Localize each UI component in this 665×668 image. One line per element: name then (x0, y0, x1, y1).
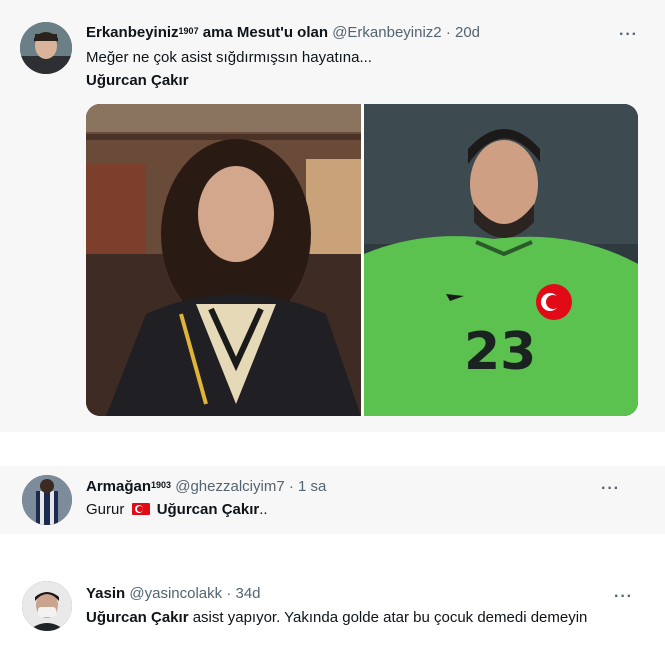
tweet-3[interactable]: Yasin @yasincolakk · 34d ··· Uğurcan Çak… (0, 568, 665, 668)
jersey-number: 23 (464, 322, 536, 382)
display-name[interactable]: Armağan1903 (86, 478, 171, 495)
timestamp[interactable]: 1 sa (298, 478, 326, 495)
tweet-header: Erkanbeyiniz1907 ama Mesut'u olan @Erkan… (86, 23, 480, 43)
tweet-1[interactable]: Erkanbeyiniz1907 ama Mesut'u olan @Erkan… (0, 0, 665, 432)
more-options-icon[interactable]: ··· (601, 481, 620, 497)
tweet-text: Uğurcan Çakır asist yapıyor. Yakında gol… (86, 609, 588, 626)
handle[interactable]: @yasincolakk (129, 585, 222, 602)
tweet-header: Armağan1903 @ghezzalciyim7 · 1 sa (86, 477, 326, 497)
media-image-right[interactable]: 23 (364, 104, 638, 416)
separator: · (445, 24, 451, 41)
avatar[interactable] (22, 475, 72, 525)
turkey-flag-icon (131, 503, 150, 515)
handle[interactable]: @Erkanbeyiniz2 (332, 24, 441, 41)
tweet-2[interactable]: Armağan1903 @ghezzalciyim7 · 1 sa ··· Gu… (0, 466, 665, 534)
avatar[interactable] (22, 581, 72, 631)
avatar[interactable] (20, 22, 72, 74)
display-name[interactable]: Yasin (86, 585, 125, 602)
media-grid[interactable]: 23 (86, 104, 638, 416)
more-options-icon[interactable]: ··· (614, 589, 633, 605)
display-name[interactable]: Erkanbeyiniz1907 ama Mesut'u olan (86, 24, 328, 41)
timestamp[interactable]: 34d (235, 585, 260, 602)
timestamp[interactable]: 20d (455, 24, 480, 41)
separator: · (226, 585, 232, 602)
more-options-icon[interactable]: ··· (619, 27, 638, 43)
tweet-text: Meğer ne çok asist sığdırmışsın hayatına… (86, 49, 372, 66)
handle[interactable]: @ghezzalciyim7 (175, 478, 284, 495)
tweet-text-mention: Uğurcan Çakır (86, 72, 189, 89)
media-image-left[interactable] (86, 104, 361, 416)
tweet-header: Yasin @yasincolakk · 34d (86, 584, 261, 604)
separator: · (288, 478, 294, 495)
tweet-text: Gurur Uğurcan Çakır.. (86, 501, 268, 518)
